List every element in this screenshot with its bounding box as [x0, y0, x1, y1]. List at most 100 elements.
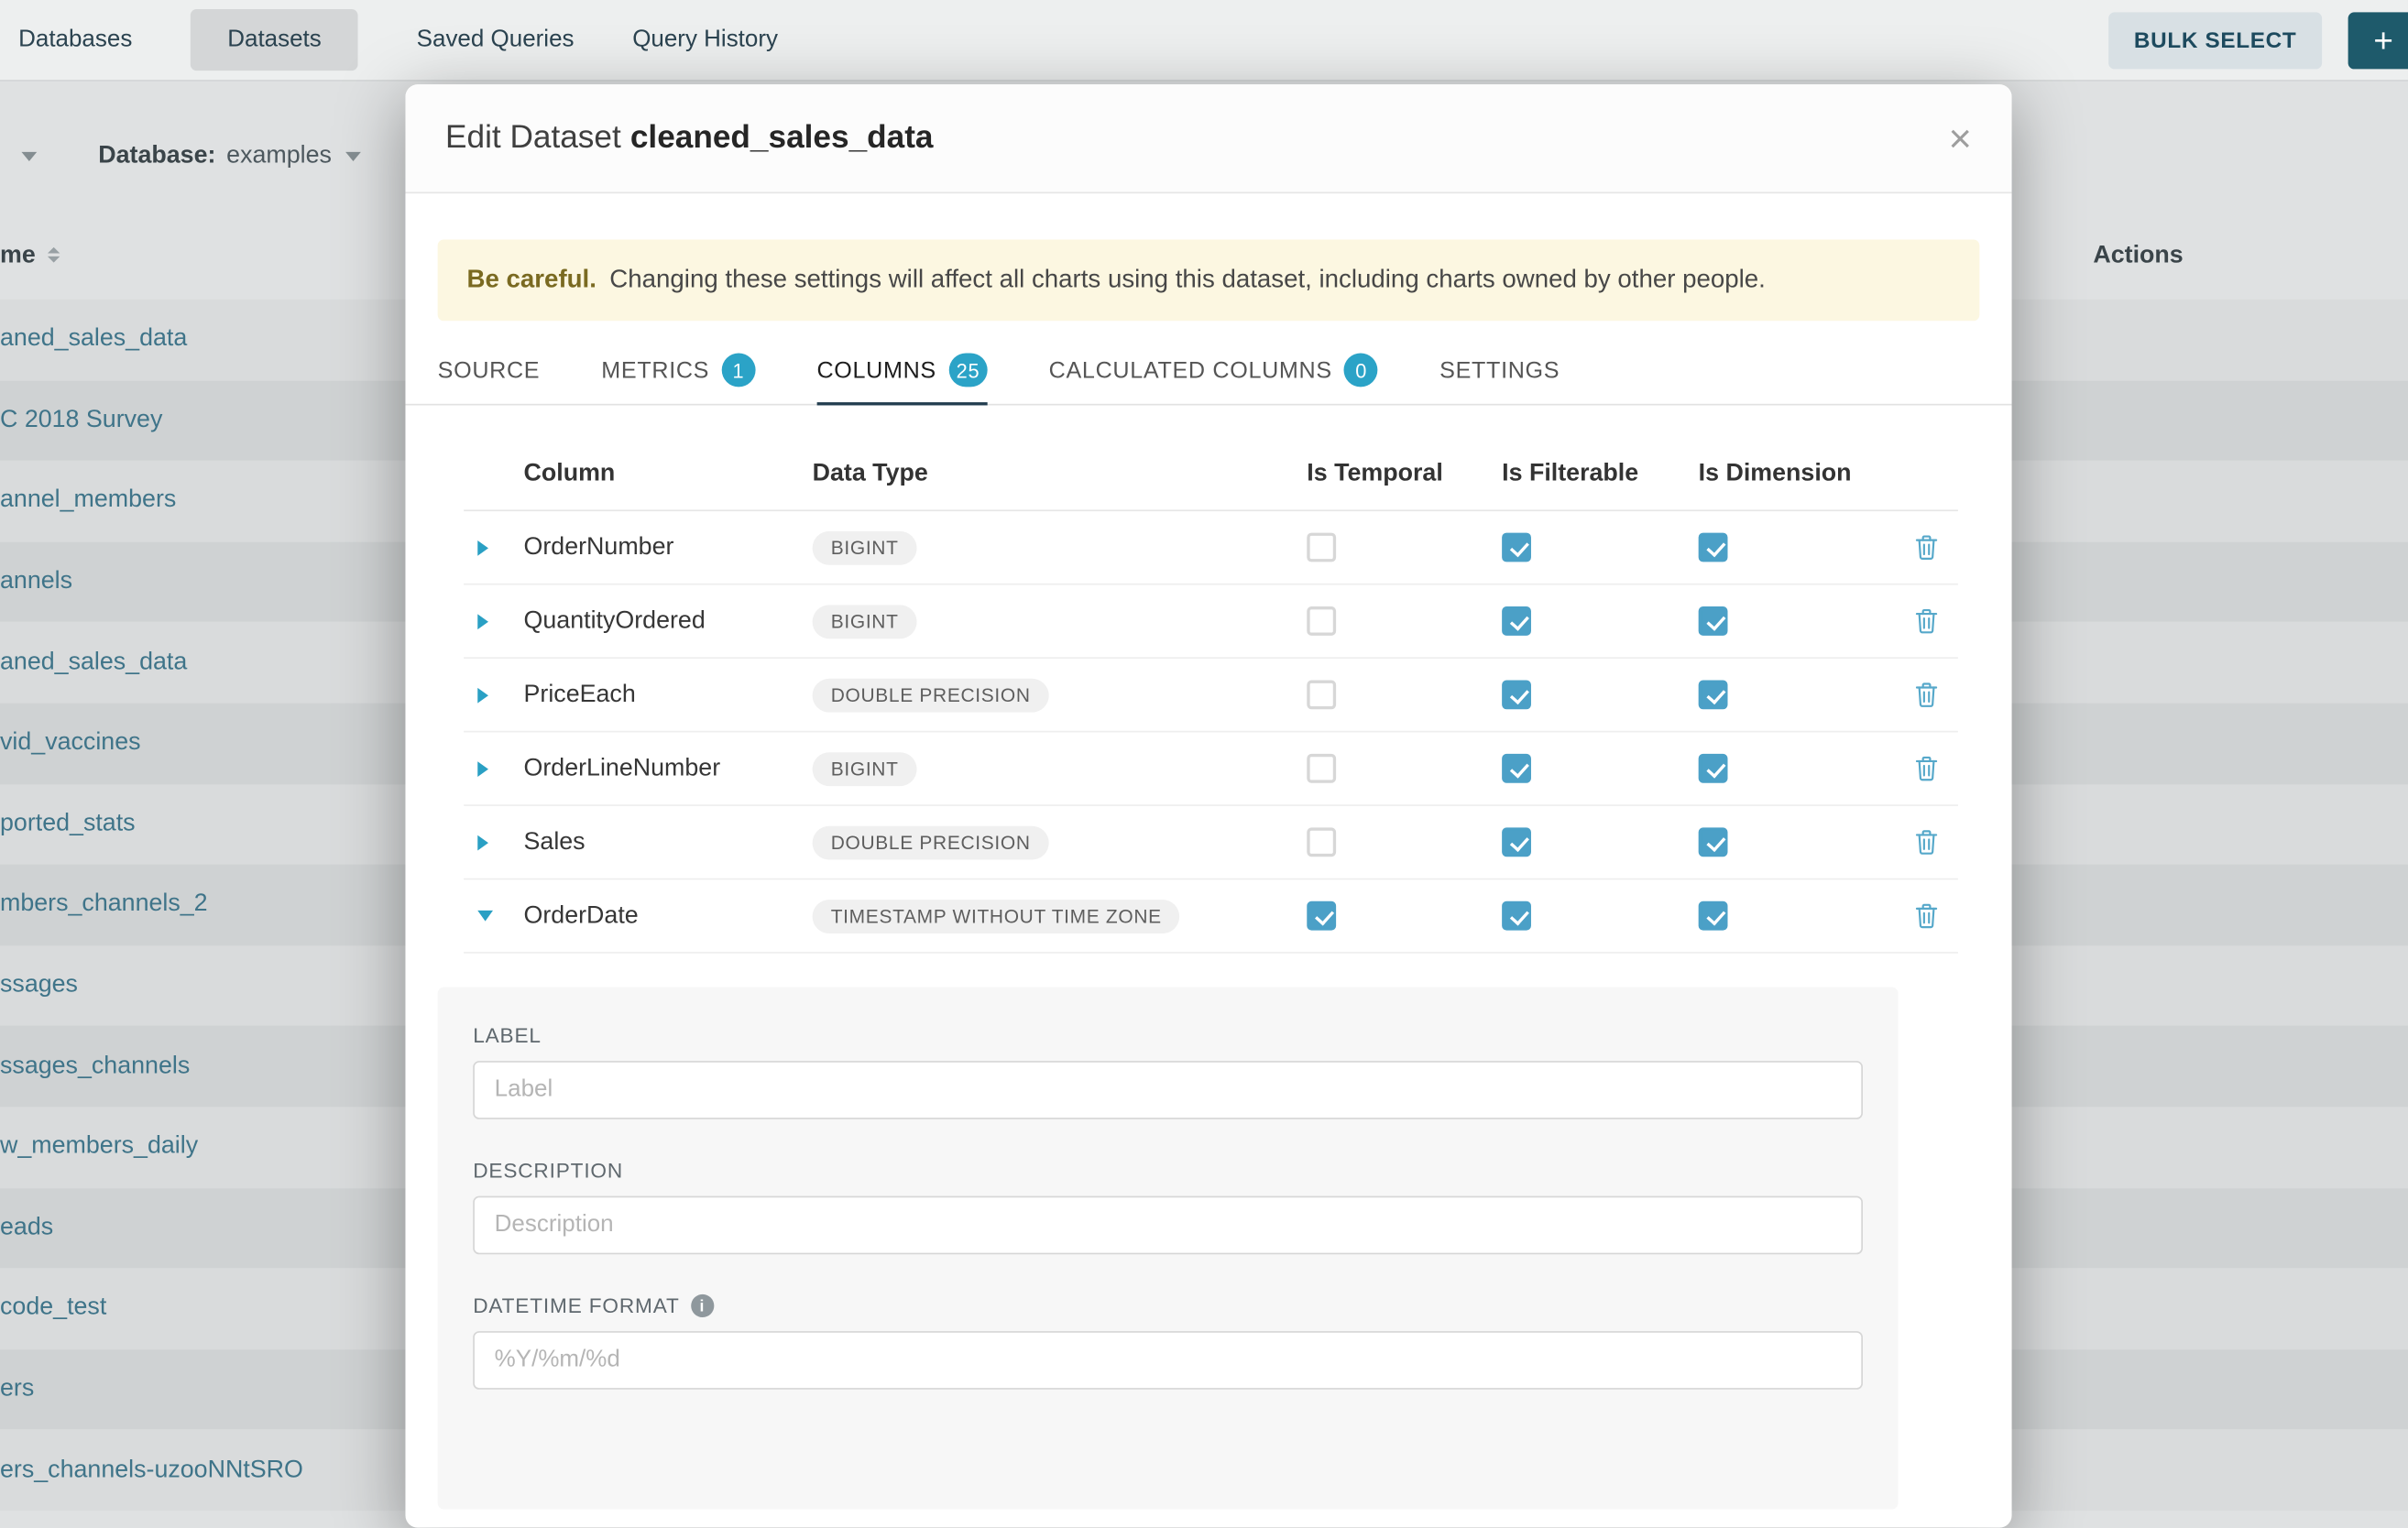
is-filterable-checkbox[interactable] — [1502, 606, 1531, 636]
tab-calculated-columns[interactable]: CALCULATED COLUMNS 0 — [1049, 336, 1378, 404]
is-filterable-checkbox[interactable] — [1502, 827, 1531, 857]
datetime-format-input[interactable] — [473, 1331, 1863, 1390]
delete-column-icon[interactable] — [1915, 829, 1938, 855]
tab-settings[interactable]: SETTINGS — [1439, 336, 1560, 404]
tab-count-badge: 1 — [722, 353, 756, 387]
delete-column-icon[interactable] — [1915, 756, 1938, 781]
is-dimension-checkbox[interactable] — [1699, 606, 1728, 636]
dataset-link[interactable]: w_members_daily — [0, 1133, 198, 1161]
actions-column-header: Actions — [2093, 243, 2183, 270]
name-column-header[interactable]: me — [0, 243, 36, 270]
dataset-link[interactable]: vid_vaccines — [0, 730, 141, 758]
is-filterable-checkbox[interactable] — [1502, 754, 1531, 783]
is-filterable-checkbox[interactable] — [1502, 533, 1531, 562]
column-name: PriceEach — [524, 681, 813, 708]
modal-tabs: SOURCE METRICS 1 COLUMNS25 CALCULATED COLUMN… — [438, 336, 1980, 404]
is-dimension-checkbox[interactable] — [1699, 901, 1728, 931]
description-field-group: DESCRIPTION — [473, 1159, 1863, 1254]
description-field-label: DESCRIPTION — [473, 1159, 623, 1182]
tab-count-badge: 0 — [1344, 353, 1378, 387]
dataset-link[interactable]: ssages_channels — [0, 1053, 190, 1080]
is-temporal-checkbox[interactable] — [1307, 754, 1336, 783]
dataset-link[interactable]: annel_members — [0, 487, 176, 515]
description-input[interactable] — [473, 1196, 1863, 1255]
chevron-down-icon[interactable] — [21, 152, 37, 161]
collapse-caret-icon[interactable] — [477, 911, 493, 922]
tab-label: COLUMNS — [816, 357, 936, 383]
tab-columns[interactable]: COLUMNS25 — [816, 336, 987, 404]
is-temporal-checkbox[interactable] — [1307, 680, 1336, 709]
database-filter-label: Database: — [98, 143, 215, 170]
tab-source[interactable]: SOURCE — [438, 336, 541, 404]
is-temporal-checkbox[interactable] — [1307, 533, 1336, 562]
is-filterable-checkbox[interactable] — [1502, 680, 1531, 709]
dataset-link[interactable]: code_test — [0, 1295, 106, 1323]
is-temporal-checkbox[interactable] — [1307, 827, 1336, 857]
tab-label: METRICS — [601, 357, 709, 383]
dataset-link[interactable]: ers — [0, 1376, 34, 1403]
data-type-pill: BIGINT — [813, 605, 917, 638]
close-icon[interactable]: × — [1949, 118, 1972, 158]
data-type-pill: TIMESTAMP WITHOUT TIME ZONE — [813, 899, 1180, 933]
column-row: OrderDateTIMESTAMP WITHOUT TIME ZONE — [464, 879, 1958, 953]
tab-label: SOURCE — [438, 357, 541, 383]
datetime-format-field-group: DATETIME FORMAT — [473, 1294, 1863, 1390]
warning-bold: Be careful. — [467, 266, 597, 293]
dataset-link[interactable]: C 2018 Survey — [0, 407, 162, 434]
is-temporal-checkbox[interactable] — [1307, 606, 1336, 636]
columns-table: ColumnData TypeIs TemporalIs FilterableI… — [464, 439, 1958, 953]
nav-tab-datasets[interactable]: Datasets — [191, 9, 358, 71]
data-type-pill: DOUBLE PRECISION — [813, 678, 1049, 712]
add-dataset-button[interactable]: + — [2348, 12, 2408, 69]
is-dimension-checkbox[interactable] — [1699, 680, 1728, 709]
column-header-is-temporal: Is Temporal — [1307, 461, 1502, 488]
is-dimension-checkbox[interactable] — [1699, 827, 1728, 857]
sort-icon[interactable] — [48, 247, 60, 263]
dataset-link[interactable]: ssages — [0, 972, 78, 999]
is-dimension-checkbox[interactable] — [1699, 754, 1728, 783]
expand-caret-icon[interactable] — [477, 614, 488, 629]
label-input[interactable] — [473, 1061, 1863, 1119]
dataset-link[interactable]: ported_stats — [0, 811, 136, 838]
warning-text: Changing these settings will affect all … — [603, 266, 1766, 293]
dataset-link[interactable]: mbers_channels_2 — [0, 891, 208, 919]
top-nav: Databases Datasets Saved Queries Query Hist… — [0, 0, 2408, 82]
is-dimension-checkbox[interactable] — [1699, 533, 1728, 562]
dataset-link[interactable]: ers_channels-uzooNNtSRO — [0, 1457, 303, 1484]
dataset-link[interactable]: annels — [0, 568, 72, 595]
info-icon[interactable] — [690, 1294, 713, 1317]
label-field-label: LABEL — [473, 1024, 542, 1047]
is-temporal-checkbox[interactable] — [1307, 901, 1336, 931]
dataset-link[interactable]: aned_sales_data — [0, 649, 187, 676]
tab-metrics[interactable]: METRICS 1 — [601, 336, 755, 404]
nav-tab-query-history[interactable]: Query History — [632, 26, 778, 53]
modal-title: Edit Datasetcleaned_sales_data — [445, 120, 933, 157]
delete-column-icon[interactable] — [1915, 682, 1938, 707]
column-row: PriceEachDOUBLE PRECISION — [464, 659, 1958, 732]
database-filter-value[interactable]: examples — [226, 143, 332, 170]
is-filterable-checkbox[interactable] — [1502, 901, 1531, 931]
delete-column-icon[interactable] — [1915, 902, 1938, 928]
expand-caret-icon[interactable] — [477, 760, 488, 776]
bulk-select-button[interactable]: BULK SELECT — [2108, 12, 2322, 69]
warning-banner: Be careful. Changing these settings will… — [438, 239, 1980, 321]
modal-title-prefix: Edit Dataset — [445, 120, 621, 156]
column-detail-panel: LABEL DESCRIPTION DATETIME FORMAT — [438, 988, 1899, 1510]
delete-column-icon[interactable] — [1915, 608, 1938, 634]
chevron-down-icon[interactable] — [345, 152, 361, 161]
nav-tab-saved-queries[interactable]: Saved Queries — [417, 26, 575, 53]
dataset-link[interactable]: aned_sales_data — [0, 326, 187, 354]
expand-caret-icon[interactable] — [477, 687, 488, 703]
dataset-link[interactable]: eads — [0, 1214, 53, 1241]
nav-tab-databases[interactable]: Databases — [18, 26, 132, 53]
delete-column-icon[interactable] — [1915, 534, 1938, 560]
data-type-pill: BIGINT — [813, 751, 917, 785]
data-type-pill: DOUBLE PRECISION — [813, 825, 1049, 859]
expand-caret-icon[interactable] — [477, 540, 488, 555]
modal-header: Edit Datasetcleaned_sales_data × — [405, 84, 2011, 193]
column-header-is-filterable: Is Filterable — [1502, 461, 1699, 488]
column-name: OrderDate — [524, 902, 813, 930]
tab-label: CALCULATED COLUMNS — [1049, 357, 1332, 383]
column-name: OrderNumber — [524, 533, 813, 561]
expand-caret-icon[interactable] — [477, 835, 488, 850]
